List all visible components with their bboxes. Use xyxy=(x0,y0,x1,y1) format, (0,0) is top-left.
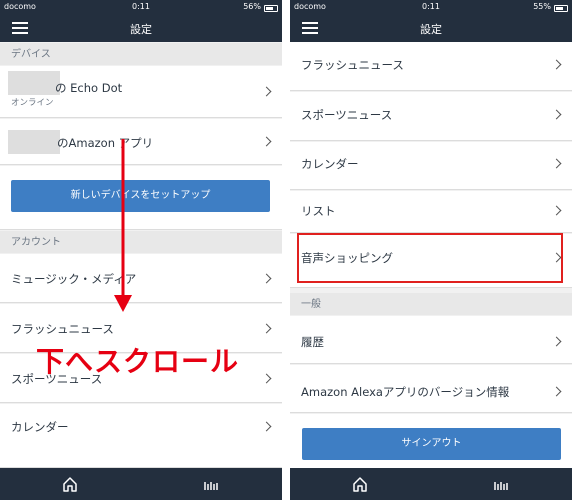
device-status: オンライン xyxy=(11,98,54,108)
item-label: 音声ショッピング xyxy=(301,251,393,265)
item-label: フラッシュニュース xyxy=(11,322,114,336)
section-devices: デバイス xyxy=(0,43,282,65)
chevron-right-icon xyxy=(261,273,272,284)
settings-item[interactable]: フラッシュニュース xyxy=(290,42,572,91)
page-title: 設定 xyxy=(130,23,152,36)
battery-icon xyxy=(264,5,278,12)
redacted-name xyxy=(8,130,60,154)
battery-icon xyxy=(554,5,568,12)
activity-feed-icon[interactable] xyxy=(494,480,510,490)
account-item[interactable]: ミュージック・メディア xyxy=(0,254,282,303)
item-label: フラッシュニュース xyxy=(301,58,404,72)
general-item[interactable]: Amazon Alexaアプリのバージョン情報 xyxy=(290,365,572,413)
chevron-right-icon xyxy=(261,373,272,384)
chevron-right-icon xyxy=(261,86,272,97)
chevron-right-icon xyxy=(551,252,562,263)
item-label: リスト xyxy=(301,204,336,218)
status-bar: docomo 0:11 55% xyxy=(290,0,572,14)
chevron-right-icon xyxy=(261,323,272,334)
app-header: 設定 xyxy=(290,14,572,42)
section-general: 一般 xyxy=(290,293,572,315)
chevron-right-icon xyxy=(551,205,562,216)
setup-area: 新しいデバイスをセットアップ xyxy=(0,166,282,230)
device-row-echo-dot[interactable]: の Echo Dot オンライン xyxy=(0,66,282,118)
home-icon[interactable] xyxy=(352,476,368,492)
chevron-right-icon xyxy=(261,421,272,432)
chevron-right-icon xyxy=(551,158,562,169)
clock: 0:11 xyxy=(422,2,440,11)
item-label: スポーツニュース xyxy=(301,108,393,122)
setup-device-button[interactable]: 新しいデバイスをセットアップ xyxy=(11,180,270,212)
chevron-right-icon xyxy=(261,136,272,147)
account-item[interactable]: カレンダー xyxy=(0,404,282,468)
home-icon[interactable] xyxy=(62,476,78,492)
redacted-name xyxy=(8,71,60,95)
status-bar: docomo 0:11 56% xyxy=(0,0,282,14)
chevron-right-icon xyxy=(551,109,562,120)
scroll-annotation: 下へスクロール xyxy=(36,345,240,378)
item-label: カレンダー xyxy=(11,420,69,434)
clock: 0:11 xyxy=(132,2,150,11)
bottom-tab-bar xyxy=(290,468,572,500)
page-title: 設定 xyxy=(420,23,442,36)
settings-item[interactable]: カレンダー xyxy=(290,142,572,190)
item-label: Amazon Alexaアプリのバージョン情報 xyxy=(301,385,510,399)
bottom-tab-bar xyxy=(0,468,282,500)
left-screen: docomo 0:11 56% 設定 デバイス の Echo Dot オンライン… xyxy=(0,0,282,500)
settings-item[interactable]: リスト xyxy=(290,191,572,233)
item-label: カレンダー xyxy=(301,157,359,171)
item-label: 履歴 xyxy=(301,335,324,349)
chevron-right-icon xyxy=(551,336,562,347)
settings-item[interactable]: スポーツニュース xyxy=(290,92,572,141)
scroll-down-arrow xyxy=(114,139,132,312)
signout-button[interactable]: サインアウト xyxy=(302,428,561,460)
app-header: 設定 xyxy=(0,14,282,42)
section-account: アカウント xyxy=(0,231,282,253)
activity-feed-icon[interactable] xyxy=(204,480,220,490)
chevron-right-icon xyxy=(551,59,562,70)
chevron-right-icon xyxy=(551,386,562,397)
signout-area: サインアウト xyxy=(290,414,572,468)
device-label: のAmazon アプリ xyxy=(57,136,154,150)
general-item[interactable]: 履歴 xyxy=(290,316,572,364)
right-screen: docomo 0:11 55% 設定 フラッシュニュース スポーツニュース カレ… xyxy=(290,0,572,500)
settings-item-voice-shopping[interactable]: 音声ショッピング xyxy=(290,234,572,288)
device-label: の Echo Dot xyxy=(55,81,123,95)
device-row-amazon-app[interactable]: のAmazon アプリ xyxy=(0,119,282,165)
